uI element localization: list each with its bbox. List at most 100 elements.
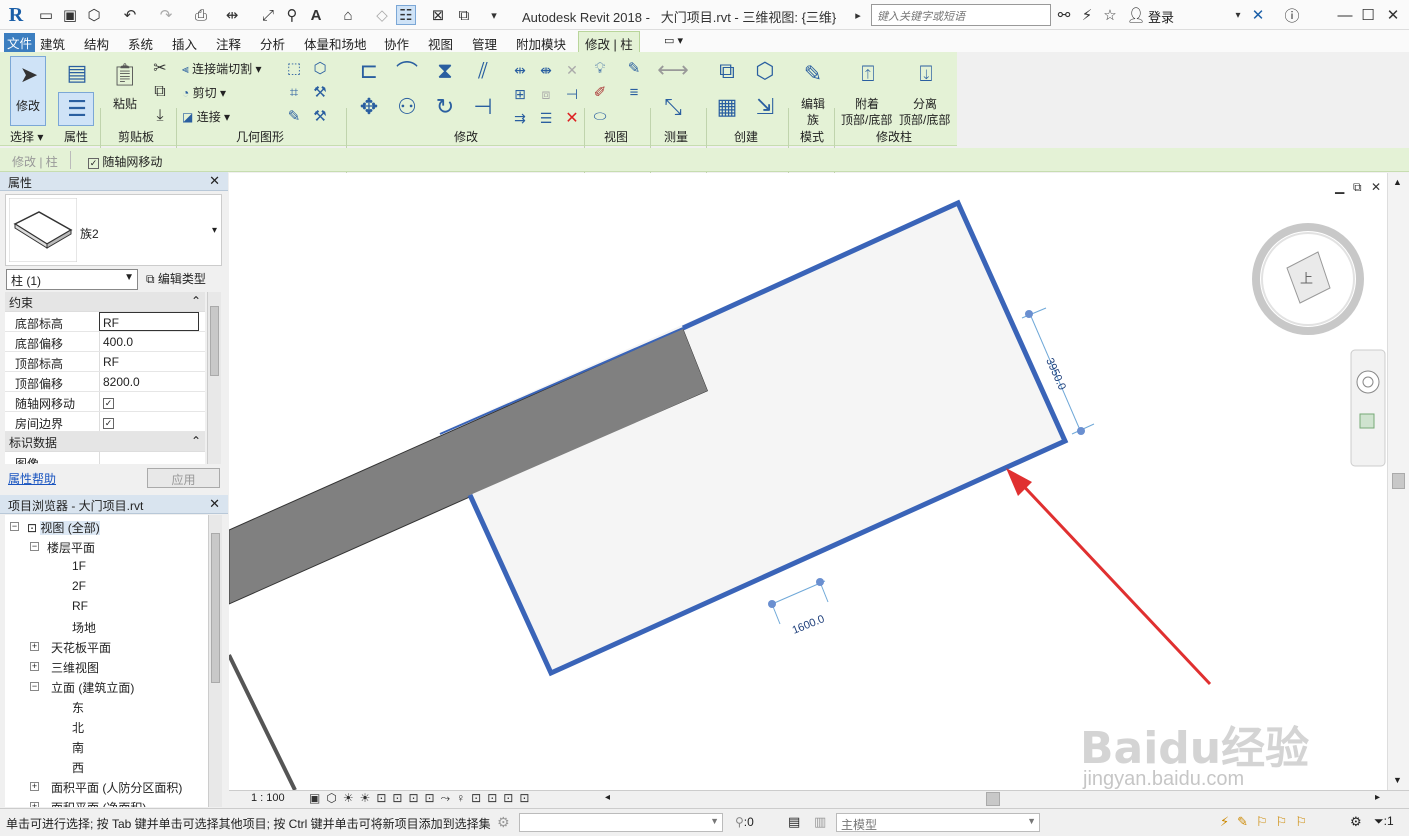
- type-properties-button[interactable]: ▤: [58, 56, 94, 90]
- delete-icon[interactable]: ✕: [562, 108, 582, 128]
- canvas-vertical-scrollbar[interactable]: ▲ ▼: [1387, 173, 1409, 790]
- tab-massing-site[interactable]: 体量和场地: [304, 34, 367, 53]
- join-geometry-button[interactable]: ◪ 连接 ▾: [182, 108, 230, 125]
- dimension-grip[interactable]: [768, 600, 776, 608]
- tab-collaborate[interactable]: 协作: [384, 34, 409, 53]
- maximize-window-icon[interactable]: ☐: [1358, 5, 1378, 25]
- apply-button[interactable]: 应用: [147, 468, 220, 488]
- workset-select[interactable]: ▼: [519, 813, 723, 832]
- design-option-select[interactable]: 主模型 ▼: [836, 813, 1040, 832]
- align-icon[interactable]: ⊏: [354, 56, 384, 86]
- top-offset-field[interactable]: 8200.0: [99, 372, 199, 391]
- thin-lines-icon[interactable]: ☷: [396, 5, 416, 25]
- revit-logo-icon[interactable]: R: [6, 4, 26, 26]
- array-icon[interactable]: ⊞: [510, 84, 530, 104]
- design-options-icon[interactable]: ▤: [788, 814, 800, 830]
- pick-icon[interactable]: ✎: [284, 106, 304, 126]
- tree-item-views[interactable]: ⊡ 视图 (全部): [27, 519, 100, 536]
- collapse-icon[interactable]: −: [10, 522, 19, 531]
- cut-scissors-icon[interactable]: ✂: [150, 58, 170, 78]
- expand-icon[interactable]: +: [30, 642, 39, 651]
- cut-geometry-button[interactable]: ◔ 剪切 ▾: [182, 84, 226, 101]
- edit-type-button[interactable]: ⧉ 编辑类型: [146, 270, 206, 287]
- mirror-draw-icon[interactable]: ⫽: [468, 56, 498, 86]
- view-close-icon[interactable]: ✕: [1371, 180, 1381, 194]
- tree-item-rf[interactable]: RF: [72, 599, 88, 613]
- dimension-text-width[interactable]: 1600.0: [791, 613, 827, 637]
- scroll-left-icon[interactable]: ◂: [605, 792, 610, 803]
- match-properties-icon[interactable]: ⤓: [150, 106, 170, 126]
- tree-item-floor-plans[interactable]: 楼层平面: [47, 539, 95, 556]
- tree-item-1f[interactable]: 1F: [72, 559, 86, 573]
- tab-systems[interactable]: 系统: [128, 34, 153, 53]
- top-level-field[interactable]: RF: [99, 352, 199, 371]
- unpin-icon[interactable]: ✕: [562, 60, 582, 80]
- tree-item-ceiling-plans[interactable]: 天花板平面: [51, 639, 111, 656]
- close-icon[interactable]: ✕: [209, 173, 220, 189]
- exchange-icon[interactable]: ✕: [1248, 5, 1268, 25]
- close-window-icon[interactable]: ✕: [1383, 5, 1403, 25]
- scroll-thumb[interactable]: [1392, 473, 1405, 489]
- switch-window-icon[interactable]: ⧉: [454, 5, 474, 25]
- collapse-icon[interactable]: −: [30, 682, 39, 691]
- tree-item-elevations[interactable]: 立面 (建筑立面): [51, 679, 134, 696]
- scroll-right-icon[interactable]: ▸: [1375, 792, 1380, 803]
- favorites-star-icon[interactable]: ☆: [1100, 5, 1120, 25]
- open-icon[interactable]: ▭: [36, 5, 56, 25]
- scroll-thumb[interactable]: [211, 533, 220, 683]
- aligned-dimension-icon[interactable]: ⤡: [656, 92, 690, 122]
- create-similar-icon[interactable]: ⇲: [750, 92, 780, 122]
- rotate-icon[interactable]: ↻: [430, 92, 460, 122]
- move-with-grids-checkbox[interactable]: ✓: [103, 398, 114, 409]
- print-icon[interactable]: ⎙: [191, 5, 211, 25]
- group-identity-data[interactable]: 标识数据 ⌃: [5, 432, 205, 452]
- tab-annotate[interactable]: 注释: [216, 34, 241, 53]
- lightbulb-icon[interactable]: 💡︎: [590, 58, 610, 78]
- save-icon[interactable]: ▣: [60, 5, 80, 25]
- paste-button[interactable]: 📋︎ 粘贴: [106, 56, 144, 116]
- viewcube[interactable]: 上: [1252, 223, 1364, 335]
- expand-search-icon[interactable]: ▸: [848, 5, 868, 25]
- demolish-icon[interactable]: ⚒: [310, 82, 330, 102]
- properties-button[interactable]: ☰: [58, 92, 94, 126]
- create-group-icon[interactable]: ▦: [712, 92, 742, 122]
- tab-file[interactable]: 文件: [4, 33, 36, 52]
- split-face-icon[interactable]: ⬚: [284, 58, 304, 78]
- hammer-icon[interactable]: ⚒: [310, 106, 330, 126]
- dimension-icon[interactable]: ⤢: [258, 5, 278, 25]
- create-assembly-icon[interactable]: ⧉: [712, 56, 742, 86]
- tree-item-west[interactable]: 西: [72, 759, 84, 776]
- scroll-down-icon[interactable]: ▼: [1393, 775, 1402, 785]
- trim-icon[interactable]: ⊣: [468, 92, 498, 122]
- search-input[interactable]: 键入关键字或短语: [871, 4, 1051, 26]
- tree-item-east[interactable]: 东: [72, 699, 84, 716]
- override-graphics-icon[interactable]: ✎: [624, 58, 644, 78]
- tree-item-site[interactable]: 场地: [72, 619, 96, 636]
- view-control-icons[interactable]: ▣⬡☀☀⊡⊡⊡⊡⤳♀⊡⊡⊡⊡: [309, 791, 535, 806]
- view-scale[interactable]: 1 : 100: [251, 792, 285, 804]
- pin-icon[interactable]: ⊣: [562, 84, 582, 104]
- properties-help-link[interactable]: 属性帮助: [8, 470, 56, 487]
- base-level-field[interactable]: RF: [99, 312, 199, 331]
- move-with-grids-checkbox[interactable]: ✓ 随轴网移动: [88, 153, 162, 170]
- expand-icon[interactable]: +: [30, 662, 39, 671]
- customize-dropdown-icon[interactable]: ▾: [484, 5, 504, 25]
- scroll-up-icon[interactable]: ▲: [1393, 177, 1402, 187]
- drawing-canvas[interactable]: 3950.0 1600.0 上: [229, 173, 1387, 790]
- attach-top-base-button[interactable]: ⍐ 附着 顶部/底部: [840, 56, 896, 127]
- copy-icon[interactable]: ⧉: [150, 82, 170, 102]
- user-icon[interactable]: 👤︎: [1126, 5, 1146, 25]
- scroll-thumb[interactable]: [210, 306, 219, 376]
- 3d-view-icon[interactable]: ⌂: [338, 5, 358, 25]
- binoculars-icon[interactable]: ⚯: [1054, 5, 1074, 25]
- tab-insert[interactable]: 插入: [172, 34, 197, 53]
- tree-item-south[interactable]: 南: [72, 739, 84, 756]
- tree-item-area-plans-civil[interactable]: 面积平面 (人防分区面积): [51, 779, 182, 796]
- split-gap-icon[interactable]: ⇼: [536, 60, 556, 80]
- linework-icon[interactable]: ✐: [590, 82, 610, 102]
- view-restore-icon[interactable]: ⧉: [1353, 180, 1362, 195]
- move-icon[interactable]: ✥: [354, 92, 384, 122]
- horizontal-scroll-thumb[interactable]: [986, 792, 1000, 806]
- text-icon[interactable]: A: [306, 5, 326, 25]
- dimension-text-height[interactable]: 3950.0: [1043, 356, 1068, 392]
